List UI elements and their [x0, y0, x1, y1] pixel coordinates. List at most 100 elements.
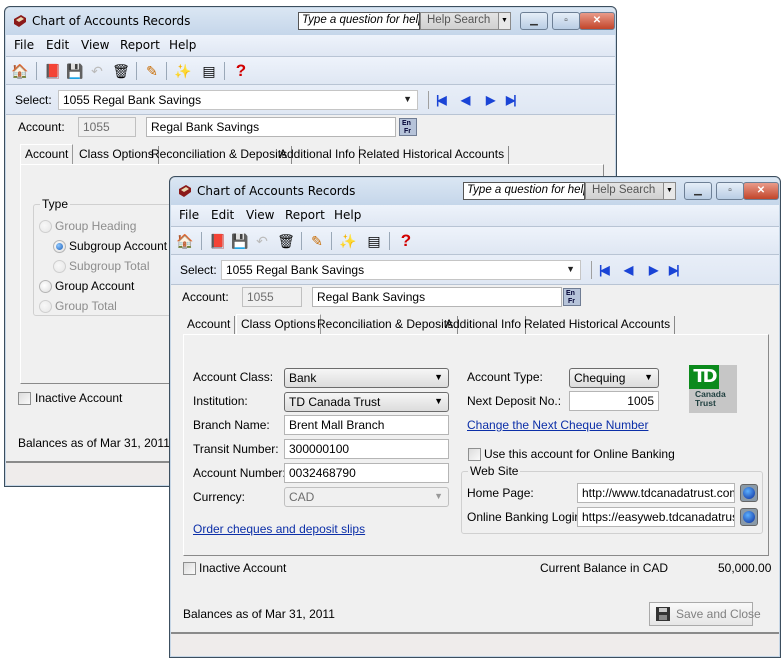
edit-pencil-icon[interactable]: ✎ — [308, 232, 326, 250]
account-select-dropdown[interactable]: 1055 Regal Bank Savings ▼ — [221, 260, 581, 280]
menu-help[interactable]: Help — [334, 208, 361, 222]
online-banking-login-field[interactable]: https://easyweb.tdcanadatrust.c — [577, 507, 735, 527]
wizard-icon[interactable]: ✨ — [174, 62, 192, 80]
order-cheques-link[interactable]: Order cheques and deposit slips — [193, 522, 365, 536]
tab-account[interactable]: Account — [20, 144, 74, 165]
tab-additional-info[interactable]: Additional Info — [441, 316, 527, 334]
menu-report[interactable]: Report — [285, 208, 325, 222]
branch-name-field[interactable]: Brent Mall Branch — [284, 415, 449, 435]
tab-related-historical-accounts[interactable]: Related Historical Accounts — [520, 316, 676, 334]
help-question-input[interactable]: Type a question for help — [298, 12, 420, 30]
globe-icon[interactable] — [740, 508, 758, 526]
wizard-icon[interactable]: ✨ — [339, 232, 357, 250]
menu-file[interactable]: File — [179, 208, 199, 222]
report-icon[interactable]: ▤ — [365, 232, 383, 250]
tab-account[interactable]: Account — [183, 316, 236, 334]
accounts-book-icon[interactable]: 📕 — [209, 232, 227, 250]
tab-reconciliation-deposits[interactable]: Reconciliation & Deposits — [313, 316, 459, 334]
language-toggle-icon[interactable]: En Fr — [399, 118, 417, 136]
remove-icon[interactable]: 🗑 — [112, 62, 130, 80]
menu-edit[interactable]: Edit — [46, 38, 69, 52]
account-number-field[interactable]: 1055 — [242, 287, 302, 307]
save-and-close-label: Save and Close — [676, 607, 761, 621]
language-toggle-icon[interactable]: En Fr — [563, 288, 581, 306]
account-select-dropdown[interactable]: 1055 Regal Bank Savings ▼ — [58, 90, 418, 110]
help-search-button[interactable]: Help Search — [585, 182, 669, 200]
menu-edit[interactable]: Edit — [211, 208, 234, 222]
account-name-field[interactable]: Regal Bank Savings — [146, 117, 396, 137]
title-bar: Chart of Accounts Records Type a questio… — [6, 8, 615, 35]
menu-view[interactable]: View — [81, 38, 109, 52]
last-record-icon[interactable]: ▶| — [506, 93, 517, 107]
help-search-button[interactable]: Help Search — [420, 12, 504, 30]
account-number-field[interactable]: 1055 — [78, 117, 136, 137]
help-search-dropdown[interactable]: ▼ — [663, 182, 676, 200]
previous-record-icon[interactable]: ◀ — [461, 93, 470, 107]
next-record-icon[interactable]: ▶ — [486, 93, 495, 107]
inactive-account-checkbox[interactable] — [18, 392, 31, 405]
close-button[interactable]: ✕ — [743, 182, 779, 200]
account-type-dropdown[interactable]: Chequing ▼ — [569, 368, 659, 388]
subgroup-account-radio[interactable] — [53, 240, 66, 253]
subgroup-total-radio[interactable] — [53, 260, 66, 273]
home-page-label: Home Page: — [467, 486, 534, 500]
first-record-icon[interactable]: |◀ — [436, 93, 447, 107]
group-account-radio[interactable] — [39, 280, 52, 293]
menu-report[interactable]: Report — [120, 38, 160, 52]
help-search-dropdown[interactable]: ▼ — [498, 12, 511, 30]
home-icon[interactable]: 🏠 — [11, 62, 29, 80]
app-book-icon — [179, 185, 191, 197]
save-icon[interactable]: 💾 — [66, 62, 84, 80]
next-deposit-field[interactable]: 1005 — [569, 391, 659, 411]
balances-as-of: Balances as of Mar 31, 2011 — [18, 436, 170, 450]
inactive-account-checkbox[interactable] — [183, 562, 196, 575]
menu-bar: File Edit View Report Help — [6, 35, 615, 57]
accounts-book-icon[interactable]: 📕 — [44, 62, 62, 80]
menu-view[interactable]: View — [246, 208, 274, 222]
minimize-button[interactable]: ▁ — [684, 182, 712, 200]
online-banking-checkbox[interactable] — [468, 448, 481, 461]
group-total-radio[interactable] — [39, 300, 52, 313]
menu-help[interactable]: Help — [169, 38, 196, 52]
change-cheque-number-link[interactable]: Change the Next Cheque Number — [467, 418, 648, 432]
home-icon[interactable]: 🏠 — [176, 232, 194, 250]
restore-button[interactable]: ▫ — [716, 182, 744, 200]
help-question-input[interactable]: Type a question for help — [463, 182, 585, 200]
bank-account-number-field[interactable]: 0032468790 — [284, 463, 449, 483]
tab-strip: Account Class Options Reconciliation & D… — [183, 314, 773, 335]
menu-file[interactable]: File — [14, 38, 34, 52]
group-heading-label: Group Heading — [55, 219, 137, 233]
save-and-close-button[interactable]: Save and Close — [649, 602, 761, 626]
remove-icon[interactable]: 🗑 — [277, 232, 295, 250]
minimize-button[interactable]: ▁ — [520, 12, 548, 30]
help-question-icon[interactable]: ? — [397, 232, 415, 250]
institution-dropdown[interactable]: TD Canada Trust ▼ — [284, 392, 449, 412]
currency-dropdown[interactable]: CAD ▼ — [284, 487, 449, 507]
restore-button[interactable]: ▫ — [552, 12, 580, 30]
online-banking-login-label: Online Banking Login: — [467, 510, 585, 524]
subgroup-account-label: Subgroup Account — [69, 239, 168, 253]
report-icon[interactable]: ▤ — [200, 62, 218, 80]
group-heading-radio[interactable] — [39, 220, 52, 233]
undo-icon[interactable]: ↶ — [253, 232, 271, 250]
inactive-account-label: Inactive Account — [35, 391, 123, 405]
account-type-label: Account Type: — [467, 370, 543, 384]
transit-number-field[interactable]: 300000100 — [284, 439, 449, 459]
help-question-icon[interactable]: ? — [232, 62, 250, 80]
account-name-field[interactable]: Regal Bank Savings — [312, 287, 562, 307]
previous-record-icon[interactable]: ◀ — [624, 263, 633, 277]
tab-class-options[interactable]: Class Options — [236, 314, 321, 335]
save-icon[interactable]: 💾 — [231, 232, 249, 250]
tab-reconciliation-deposits[interactable]: Reconciliation & Deposits — [147, 146, 293, 164]
next-record-icon[interactable]: ▶ — [649, 263, 658, 277]
home-page-field[interactable]: http://www.tdcanadatrust.com — [577, 483, 735, 503]
account-class-dropdown[interactable]: Bank ▼ — [284, 368, 449, 388]
undo-icon[interactable]: ↶ — [88, 62, 106, 80]
tab-additional-info[interactable]: Additional Info — [275, 146, 361, 164]
close-button[interactable]: ✕ — [579, 12, 615, 30]
first-record-icon[interactable]: |◀ — [599, 263, 610, 277]
last-record-icon[interactable]: ▶| — [669, 263, 680, 277]
tab-related-historical-accounts[interactable]: Related Historical Accounts — [354, 146, 510, 164]
globe-icon[interactable] — [740, 484, 758, 502]
edit-pencil-icon[interactable]: ✎ — [143, 62, 161, 80]
